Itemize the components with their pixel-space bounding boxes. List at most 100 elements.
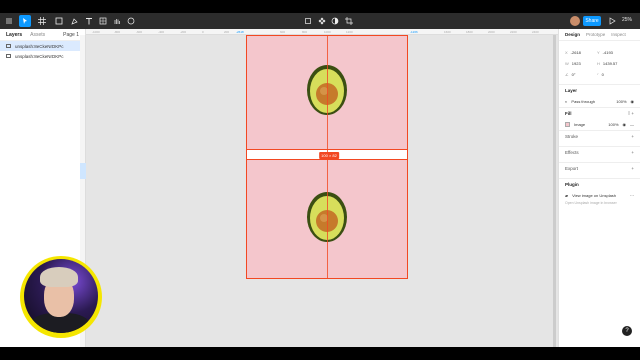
dimension-badge: 100 × 82 (319, 152, 339, 159)
ruler-tick: 0 (202, 30, 204, 34)
share-button[interactable]: Share (583, 16, 601, 26)
radius-field[interactable]: 0 (602, 72, 604, 77)
layer-section: Layer (559, 84, 640, 96)
stroke-section-title: Stroke (565, 134, 579, 139)
width-field[interactable]: 1923 (572, 61, 581, 66)
pen-tool-icon[interactable] (69, 15, 81, 27)
minus-icon[interactable]: — (630, 122, 634, 127)
fill-type: Image (574, 122, 586, 127)
ruler-tick: 1800 (466, 30, 473, 34)
zoom-level[interactable]: 25% (622, 17, 632, 23)
image-layer-icon (6, 44, 11, 48)
component-icon[interactable] (316, 15, 328, 27)
rectangle-tool-icon[interactable] (53, 15, 65, 27)
rotation-field[interactable]: 0° (572, 72, 576, 77)
help-icon[interactable]: ? (622, 326, 632, 336)
plugin-hint: Open Unsplash image in browser (565, 201, 617, 205)
size-row: W 1923 H 1439.57 (565, 61, 618, 66)
move-tool-icon[interactable] (19, 15, 31, 27)
ruler-tick: 600 (280, 30, 286, 34)
ruler-tick: -400 (158, 30, 165, 34)
crop-icon[interactable] (302, 15, 314, 27)
ruler-tick: 2000 (488, 30, 495, 34)
present-play-icon[interactable] (606, 15, 618, 27)
canvas[interactable]: 100 × 82 (86, 35, 556, 347)
layer-blend-row[interactable]: ◐ Pass through 100% ◉ (559, 96, 640, 107)
ruler-tick: -600 (136, 30, 143, 34)
tab-design[interactable]: Design (565, 32, 580, 37)
right-panel-tabs: Design Prototype Inspect (559, 29, 640, 41)
ruler-highlight-end: -1266 (410, 30, 418, 34)
top-toolbar: Share 25% (0, 13, 640, 29)
fill-swatch[interactable] (565, 122, 570, 127)
ruler-tick: -200 (180, 30, 187, 34)
ruler-highlight-start: -2618 (236, 30, 244, 34)
fill-row[interactable]: Image 100% ◉ — (559, 119, 640, 130)
plugin-section-title: Plugin (565, 182, 579, 187)
image-layer-icon (6, 54, 11, 58)
ruler-tick: 2200 (510, 30, 517, 34)
layer-section-title: Layer (565, 88, 578, 93)
blend-mode[interactable]: Pass through (571, 99, 595, 104)
selected-image[interactable]: 100 × 82 (246, 35, 408, 279)
tab-layers[interactable]: Layers (6, 32, 22, 38)
fill-opacity[interactable]: 100% (608, 122, 618, 127)
plugin-row[interactable]: ▰ View image on Unsplash ⋯ (559, 190, 640, 201)
unsplash-icon: ▰ (565, 193, 569, 198)
main-menu-icon[interactable] (3, 15, 15, 27)
presenter-hair (40, 267, 78, 287)
height-field[interactable]: 1439.57 (603, 61, 617, 66)
layer-item[interactable]: unsplash:8eCkeNrDKPc (0, 51, 85, 61)
presenter-video (24, 259, 98, 333)
y-field[interactable]: -4193 (603, 50, 613, 55)
fill-section-title: Fill (565, 111, 572, 116)
eye-icon[interactable]: ◉ (631, 99, 635, 104)
ruler-tick: 1200 (346, 30, 353, 34)
ruler-tick: 1000 (324, 30, 331, 34)
add-export-icon[interactable]: + (631, 166, 634, 171)
crop-image-icon[interactable] (343, 15, 355, 27)
frame-tool-icon[interactable] (36, 15, 48, 27)
layer-item[interactable]: unsplash:8eCkeNrDKPc (0, 41, 85, 51)
plugin-name[interactable]: View image on Unsplash (572, 193, 616, 198)
ruler-tick: 2400 (532, 30, 539, 34)
layer-name: unsplash:8eCkeNrDKPc (15, 43, 64, 49)
text-tool-icon[interactable] (83, 15, 95, 27)
add-effect-icon[interactable]: + (631, 150, 634, 155)
tab-assets[interactable]: Assets (30, 32, 45, 38)
plugin-section: Plugin (559, 178, 640, 190)
position-row: X -2618 Y -4193 (565, 50, 613, 55)
eye-icon[interactable]: ◉ (623, 122, 627, 127)
comment-tool-icon[interactable] (125, 15, 137, 27)
user-avatar[interactable] (570, 16, 580, 26)
resources-tool-icon[interactable] (97, 15, 109, 27)
fill-style-icon[interactable]: ⁞⁞ + (628, 111, 634, 116)
ruler-tick: -800 (114, 30, 121, 34)
tab-prototype[interactable]: Prototype (586, 32, 605, 37)
add-stroke-icon[interactable]: + (631, 134, 634, 139)
mask-icon[interactable] (329, 15, 341, 27)
design-panel: Design Prototype Inspect X -2618 Y -4193 W… (558, 29, 640, 347)
ruler-tick: -1000 (92, 30, 100, 34)
layer-name: unsplash:8eCkeNrDKPc (15, 53, 64, 59)
plugin-menu-icon[interactable]: ⋯ (630, 193, 634, 198)
tab-inspect[interactable]: Inspect (611, 32, 626, 37)
layer-opacity[interactable]: 100% (616, 99, 626, 104)
hand-tool-icon[interactable] (111, 15, 123, 27)
fill-section: Fill ⁞⁞ + (559, 107, 640, 119)
ruler-tick: 800 (302, 30, 308, 34)
stroke-section[interactable]: Stroke + (559, 130, 640, 142)
blend-icon: ◐ (565, 99, 568, 104)
page-selector[interactable]: Page 1 (63, 32, 79, 38)
webcam-overlay (20, 256, 102, 338)
vertical-scrollbar[interactable] (553, 35, 556, 347)
left-panel-tabs: Layers Assets Page 1 (0, 29, 85, 41)
effects-section-title: Effects (565, 150, 579, 155)
avocado-icon (307, 65, 347, 115)
rotation-row: ∠ 0° ◜ 0 (565, 72, 604, 77)
x-field[interactable]: -2618 (571, 50, 581, 55)
effects-section[interactable]: Effects + (559, 146, 640, 158)
export-section[interactable]: Export + (559, 162, 640, 174)
ruler-tick: 1600 (444, 30, 451, 34)
ruler-tick: 200 (224, 30, 230, 34)
